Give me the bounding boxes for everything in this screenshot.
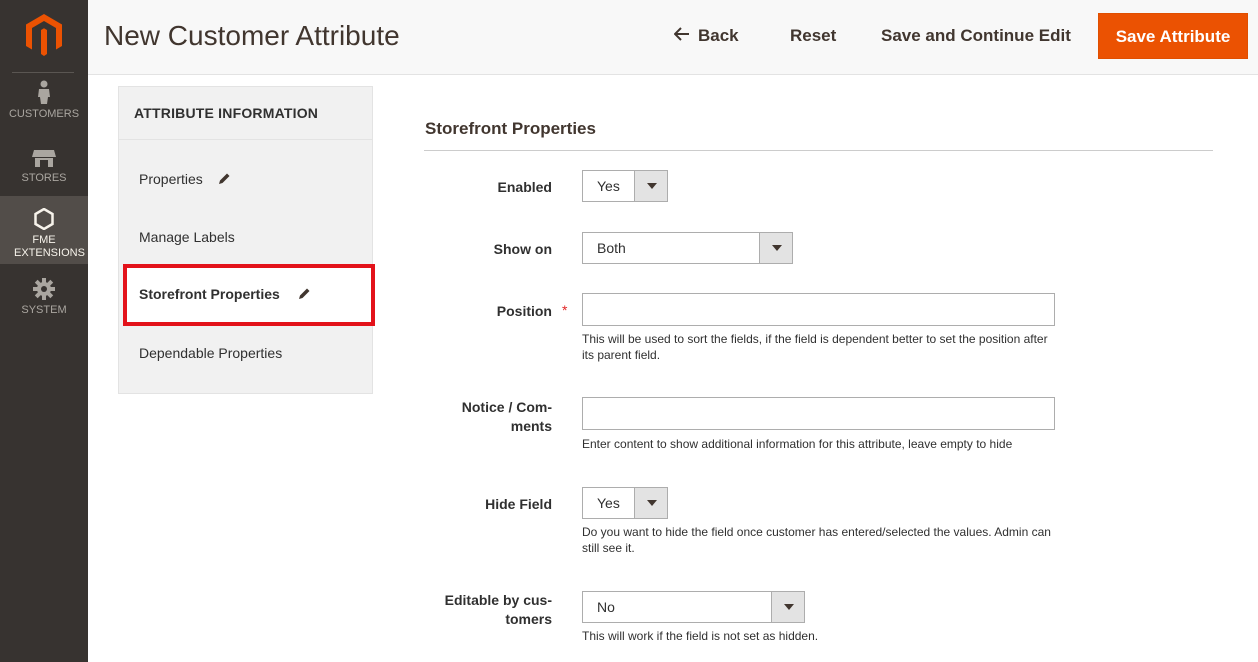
- sidebar-divider: [12, 72, 74, 73]
- page-title: New Customer Attribute: [104, 20, 400, 51]
- enabled-select[interactable]: Yes: [582, 170, 668, 202]
- editable-value: No: [597, 599, 615, 615]
- notice-input[interactable]: [582, 397, 1055, 430]
- position-input[interactable]: [582, 293, 1055, 326]
- editable-label-line2: tomers: [505, 611, 552, 627]
- show-on-label: Show on: [493, 241, 552, 257]
- editable-select[interactable]: No: [582, 591, 805, 623]
- sidebar-item-label: CUSTOMERS: [8, 108, 80, 120]
- magento-logo-icon[interactable]: [24, 12, 64, 58]
- back-button-label: Back: [698, 26, 739, 45]
- gear-icon: [33, 278, 55, 300]
- attribute-tabs-panel: ATTRIBUTE INFORMATION Properties Manage …: [118, 86, 373, 394]
- hide-field-label: Hide Field: [485, 496, 552, 512]
- sidebar-item-system[interactable]: SYSTEM: [0, 278, 88, 318]
- editable-note: This will work if the field is not set a…: [582, 629, 819, 643]
- hide-field-value: Yes: [597, 495, 620, 511]
- notice-note: Enter content to show additional informa…: [582, 437, 1013, 451]
- pencil-icon: [218, 173, 230, 184]
- tab-label: Properties: [139, 171, 203, 187]
- enabled-value: Yes: [597, 178, 620, 194]
- sidebar-item-customers[interactable]: CUSTOMERS: [0, 80, 88, 130]
- tab-properties[interactable]: Properties: [139, 171, 231, 187]
- sidebar-item-label: SYSTEM: [21, 304, 67, 316]
- tab-dependable-properties[interactable]: Dependable Properties: [139, 345, 282, 361]
- pencil-icon: [299, 288, 310, 299]
- tab-label: Dependable Properties: [139, 345, 283, 361]
- arrow-left-icon: [674, 27, 689, 41]
- person-icon: [38, 80, 50, 104]
- enabled-label: Enabled: [497, 179, 552, 195]
- reset-button[interactable]: Reset: [790, 24, 836, 48]
- chevron-down-icon: [771, 592, 804, 622]
- chevron-down-icon: [634, 488, 667, 518]
- tab-label: Storefront Properties: [139, 286, 280, 302]
- page-header: New Customer Attribute Back Reset Save a…: [88, 0, 1258, 75]
- editable-label-line1: Editable by cus-: [444, 592, 552, 608]
- hide-field-note: Do you want to hide the field once custo…: [582, 525, 1051, 555]
- section-divider: [424, 150, 1213, 151]
- back-button[interactable]: Back: [674, 24, 739, 48]
- hexagon-icon: [34, 208, 54, 230]
- notice-label: Notice / Com- ments: [462, 398, 552, 436]
- tabs-title: ATTRIBUTE INFORMATION: [134, 105, 319, 121]
- store-icon: [32, 150, 56, 167]
- tab-storefront-properties[interactable]: Storefront Properties: [123, 264, 375, 326]
- show-on-select[interactable]: Both: [582, 232, 793, 264]
- chevron-down-icon: [634, 171, 667, 201]
- sidebar-item-fme-extensions[interactable]: FME EXTENSIONS: [0, 196, 88, 264]
- sidebar-item-label: FME EXTENSIONS: [14, 234, 85, 259]
- section-title: Storefront Properties: [425, 119, 596, 138]
- save-attribute-button[interactable]: Save Attribute: [1098, 13, 1248, 59]
- editable-label: Editable by cus- tomers: [445, 591, 552, 629]
- position-label: Position: [496, 303, 552, 319]
- notice-label-line1: Notice / Com-: [461, 399, 552, 415]
- save-and-continue-button[interactable]: Save and Continue Edit: [881, 24, 1071, 48]
- sidebar-item-label: STORES: [21, 172, 67, 184]
- position-note: This will be used to sort the fields, if…: [582, 332, 1048, 362]
- tab-label: Manage Labels: [139, 229, 235, 245]
- notice-label-line2: ments: [510, 418, 552, 434]
- chevron-down-icon: [759, 233, 792, 263]
- show-on-value: Both: [597, 240, 626, 256]
- tabs-divider: [119, 139, 372, 140]
- admin-sidebar: CUSTOMERS STORES FME EXTENSIONS SYSTEM: [0, 0, 88, 662]
- sidebar-item-stores[interactable]: STORES: [0, 148, 88, 188]
- hide-field-select[interactable]: Yes: [582, 487, 668, 519]
- tab-manage-labels[interactable]: Manage Labels: [139, 229, 235, 245]
- required-asterisk: *: [562, 302, 568, 318]
